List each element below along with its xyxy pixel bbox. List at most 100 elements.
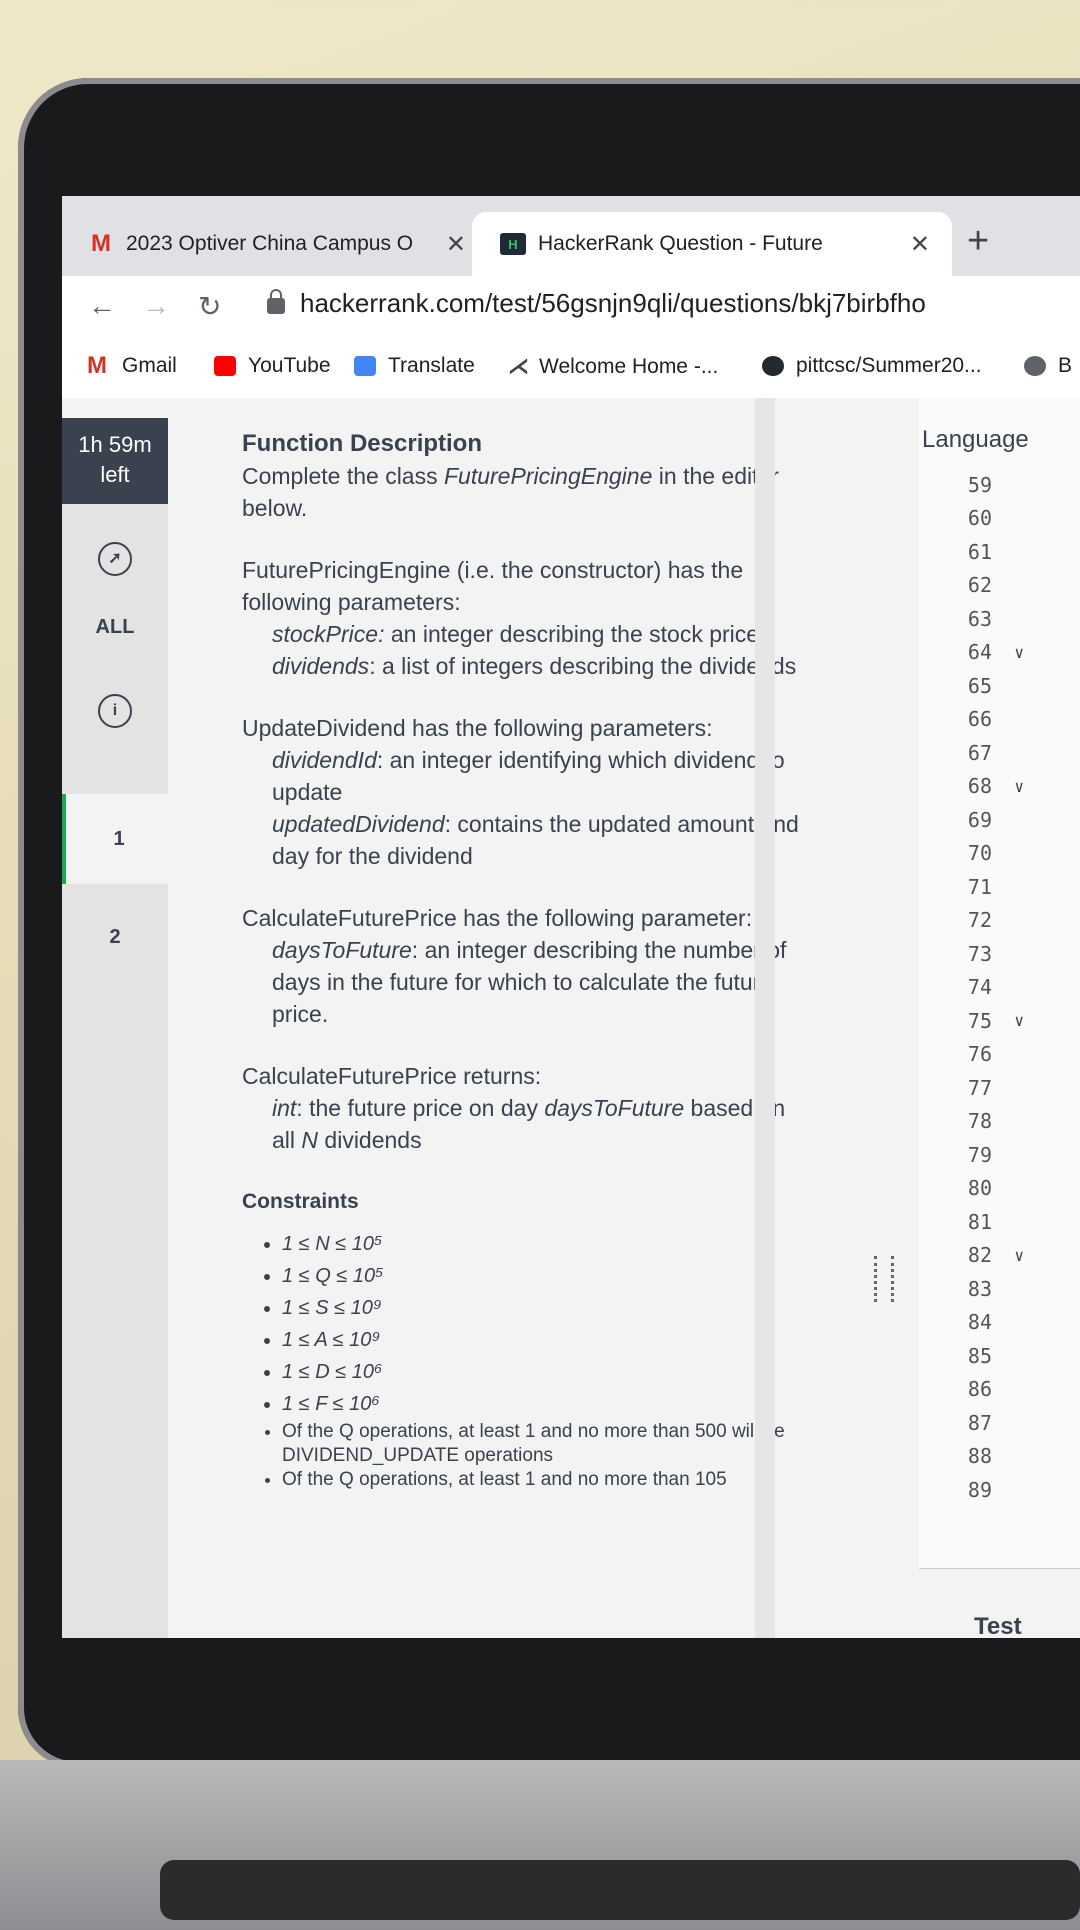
tab-title: 2023 Optiver China Campus O — [126, 232, 414, 255]
param-stockprice: stockPrice: an integer describing the st… — [272, 621, 760, 647]
line-number: 59 — [967, 472, 992, 497]
fold-chevron-icon[interactable]: ∨ — [1014, 777, 1024, 796]
constraints-heading: Constraints — [242, 1190, 359, 1213]
bookmark-youtube[interactable]: YouTube — [214, 354, 331, 378]
youtube-icon — [214, 356, 236, 376]
timer: 1h 59m left — [62, 418, 168, 504]
timer-label: left — [100, 462, 130, 487]
laptop-keyboard — [160, 1860, 1080, 1920]
line-number: 71 — [967, 874, 992, 899]
line-number: 69 — [967, 807, 992, 832]
calc-title: CalculateFuturePrice has the following p… — [242, 905, 753, 931]
section-heading: Function Description — [242, 430, 482, 457]
line-number: 86 — [967, 1377, 992, 1402]
bookmark-b[interactable]: B — [1024, 354, 1072, 378]
pane-divider — [755, 398, 775, 1638]
back-icon[interactable]: ← — [88, 290, 116, 322]
close-icon[interactable]: ✕ — [910, 230, 930, 259]
line-number: 70 — [967, 841, 992, 866]
translate-icon — [354, 356, 376, 376]
sidebar-share[interactable]: ➚ — [62, 542, 168, 576]
address-bar[interactable]: hackerrank.com/test/56gsnjn9qli/question… — [300, 288, 926, 319]
hackerrank-page: 1h 59m left ➚ ALL i 1 2 Function Descrip… — [62, 398, 1080, 1638]
line-number: 78 — [967, 1109, 992, 1134]
param-daystofuture: daysToFuture: an integer describing the … — [272, 937, 787, 1027]
line-number: 68 ∨ — [967, 774, 1024, 799]
browser-window: M 2023 Optiver China Campus O ✕ H Hacker… — [62, 196, 1080, 1638]
lock-icon — [267, 289, 285, 314]
constraint-item: Of the Q operations, at least 1 and no m… — [282, 1468, 812, 1492]
bookmark-welcome-home[interactable]: ⋌ Welcome Home -... — [508, 354, 718, 379]
bookmark-pittcsc[interactable]: pittcsc/Summer20... — [762, 354, 982, 378]
returns-title: CalculateFuturePrice returns: — [242, 1063, 542, 1089]
line-number: 80 — [967, 1176, 992, 1201]
sidebar-all[interactable]: ALL — [62, 616, 168, 639]
problem-statement: Function Description Complete the class … — [242, 428, 812, 1492]
line-number: 89 — [967, 1477, 992, 1502]
constraint-item: 1 ≤ Q ≤ 10⁵ — [282, 1260, 812, 1292]
constraint-item: 1 ≤ D ≤ 10⁶ — [282, 1356, 812, 1388]
tab-title: HackerRank Question - Future — [538, 232, 823, 255]
fold-chevron-icon[interactable]: ∨ — [1014, 643, 1024, 662]
forward-icon[interactable]: → — [142, 290, 170, 322]
gmail-icon: M — [87, 352, 107, 379]
browser-toolbar: ← → ↻ hackerrank.com/test/56gsnjn9qli/qu… — [62, 276, 1080, 340]
globe-icon — [1024, 356, 1046, 376]
sidebar-question-1[interactable]: 1 — [62, 794, 172, 884]
line-number: 76 — [967, 1042, 992, 1067]
tab-gmail[interactable]: M 2023 Optiver China Campus O ✕ — [62, 212, 488, 276]
line-number: 72 — [967, 908, 992, 933]
line-number: 88 — [967, 1444, 992, 1469]
gmail-icon: M — [91, 230, 111, 257]
intro-text: Complete the class FuturePricingEngine i… — [242, 463, 779, 521]
param-dividends: dividends: a list of integers describing… — [272, 653, 797, 679]
editor-gutter: 59 60 61 62 63 64 ∨ 65 66 67 68 ∨ 69 70 71 72 73 74 75 ∨ 76 7… — [922, 468, 1052, 1507]
line-number: 85 — [967, 1343, 992, 1368]
line-number: 81 — [967, 1209, 992, 1234]
update-title: UpdateDividend has the following paramet… — [242, 715, 713, 741]
line-number: 84 — [967, 1310, 992, 1335]
fold-chevron-icon[interactable]: ∨ — [1014, 1011, 1024, 1030]
sidebar-question-2[interactable]: 2 — [62, 892, 168, 982]
line-number: 75 ∨ — [967, 1008, 1024, 1033]
timer-value: 1h 59m — [78, 432, 152, 457]
x-logo-icon: ⋌ — [508, 355, 529, 378]
line-number: 63 — [967, 606, 992, 631]
tab-hackerrank[interactable]: H HackerRank Question - Future ✕ — [472, 212, 952, 276]
new-tab-button[interactable]: + — [967, 220, 989, 263]
share-icon: ➚ — [98, 542, 132, 576]
reload-icon[interactable]: ↻ — [198, 290, 221, 323]
language-selector[interactable]: Language — [922, 426, 1029, 454]
github-icon — [762, 356, 784, 376]
line-number: 82 ∨ — [967, 1243, 1024, 1268]
constraint-item: 1 ≤ S ≤ 10⁹ — [282, 1292, 812, 1324]
line-number: 77 — [967, 1075, 992, 1100]
constraint-item: 1 ≤ F ≤ 10⁶ — [282, 1388, 812, 1420]
return-desc: int: the future price on day daysToFutur… — [272, 1095, 786, 1153]
bookmark-gmail[interactable]: M Gmail — [84, 352, 177, 379]
close-icon[interactable]: ✕ — [446, 230, 466, 259]
param-updateddividend: updatedDividend: contains the updated am… — [272, 811, 799, 869]
hackerrank-icon: H — [500, 233, 526, 255]
constraint-item: Of the Q operations, at least 1 and no m… — [282, 1420, 812, 1468]
line-number: 83 — [967, 1276, 992, 1301]
param-dividendid: dividendId: an integer identifying which… — [272, 747, 785, 805]
fold-chevron-icon[interactable]: ∨ — [1014, 1246, 1024, 1265]
resize-handle[interactable] — [874, 1256, 894, 1302]
constraints-list: 1 ≤ N ≤ 10⁵ 1 ≤ Q ≤ 10⁵ 1 ≤ S ≤ 10⁹ 1 ≤ … — [242, 1228, 812, 1492]
test-results-label[interactable]: Test Results — [974, 1613, 1080, 1638]
sidebar-info[interactable]: i — [62, 694, 168, 728]
line-number: 67 — [967, 740, 992, 765]
line-number: 65 — [967, 673, 992, 698]
tab-strip: M 2023 Optiver China Campus O ✕ H Hacker… — [62, 196, 1080, 276]
line-number: 62 — [967, 573, 992, 598]
line-number: 61 — [967, 539, 992, 564]
line-number: 60 — [967, 506, 992, 531]
line-number: 73 — [967, 941, 992, 966]
question-sidebar: ➚ ALL i 1 2 — [62, 504, 172, 1638]
line-number: 87 — [967, 1410, 992, 1435]
info-icon: i — [98, 694, 132, 728]
bookmark-translate[interactable]: Translate — [354, 354, 475, 378]
line-number: 74 — [967, 975, 992, 1000]
bookmarks-bar: M Gmail YouTube Translate ⋌ Welcome Home… — [62, 340, 1080, 399]
